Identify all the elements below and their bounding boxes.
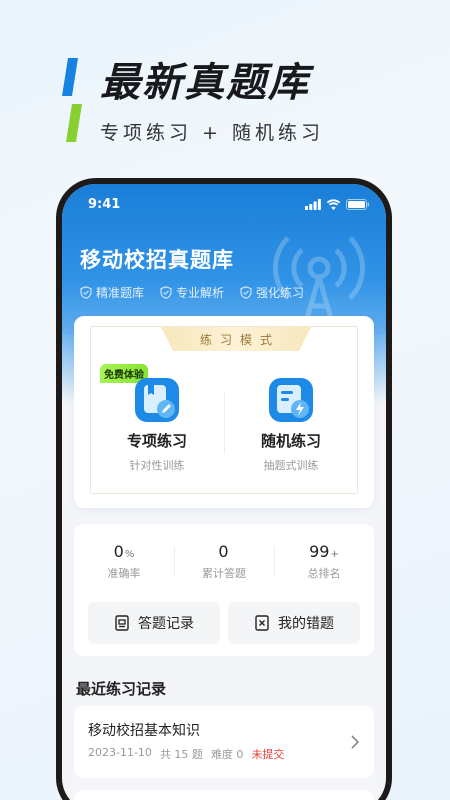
status-time: 9:41 (88, 196, 121, 212)
promo-subtitle: 专项练习 + 随机练习 (100, 122, 324, 144)
record-count: 共 15 题 (159, 748, 203, 761)
feature-item: 精准题库 (80, 284, 144, 301)
recent-practice-heading: 最近练习记录 (76, 680, 167, 698)
random-practice-subtitle: 抽题式训练 (263, 459, 319, 472)
record-status: 未提交 (251, 748, 285, 761)
practice-record-item-partial[interactable] (74, 790, 374, 800)
app-title: 移动校招真题库 (80, 248, 234, 272)
practice-mode-banner: 练习模式 (161, 327, 311, 351)
special-practice-title: 专项练习 (126, 432, 187, 450)
practice-record-item[interactable]: 移动校招基本知识 2023-11-10 共 15 题 难度 0 未提交 (74, 706, 374, 778)
special-practice-option[interactable]: 专项练习 针对性训练 (90, 376, 224, 473)
document-lightning-icon (269, 378, 313, 422)
random-practice-option[interactable]: 随机练习 抽题式训练 (224, 376, 358, 473)
book-edit-icon (135, 378, 179, 422)
shield-check-icon (240, 286, 252, 299)
shield-check-icon (80, 286, 92, 299)
record-date: 2023-11-10 (88, 746, 152, 759)
wifi-icon (326, 198, 341, 210)
phone-frame: 9:41 移动校招真题库 精准题库 专业解析 强化练习 练习模式 免费体验 专项… (56, 178, 392, 800)
feature-list: 精准题库 专业解析 强化练习 (80, 284, 304, 301)
phone-screen: 9:41 移动校招真题库 精准题库 专业解析 强化练习 练习模式 免费体验 专项… (62, 184, 386, 800)
record-icon (115, 615, 129, 631)
battery-icon (346, 198, 370, 210)
signal-icon (305, 198, 321, 210)
record-title: 移动校招基本知识 (88, 723, 200, 739)
record-difficulty: 难度 0 (210, 748, 244, 761)
promo-title: 最新真题库 (100, 60, 310, 106)
stat-accuracy: 0% 准确率 (107, 542, 141, 580)
chevron-right-icon (351, 735, 360, 749)
practice-mode-card: 练习模式 免费体验 专项练习 针对性训练 随机练习 抽题式训练 (74, 316, 374, 508)
stat-total-answered: 0 累计答题 (174, 542, 274, 581)
wrong-answers-button[interactable]: 我的错题 (228, 602, 360, 644)
status-bar: 9:41 (62, 184, 386, 224)
record-meta: 2023-11-10 共 15 题 难度 0 未提交 (88, 746, 284, 762)
stats-card: 0% 准确率 0 累计答题 99+ 总排名 答题记录 我的错题 (74, 524, 374, 656)
feature-item: 强化练习 (240, 284, 304, 301)
stat-ranking: 99+ 总排名 (274, 542, 374, 581)
wrong-answer-icon (255, 615, 269, 631)
shield-check-icon (160, 286, 172, 299)
answer-record-button[interactable]: 答题记录 (88, 602, 220, 644)
promo-slash-mark (62, 58, 82, 142)
special-practice-subtitle: 针对性训练 (129, 459, 185, 472)
feature-item: 专业解析 (160, 284, 224, 301)
broadcast-icon (272, 236, 366, 322)
random-practice-title: 随机练习 (260, 432, 321, 450)
